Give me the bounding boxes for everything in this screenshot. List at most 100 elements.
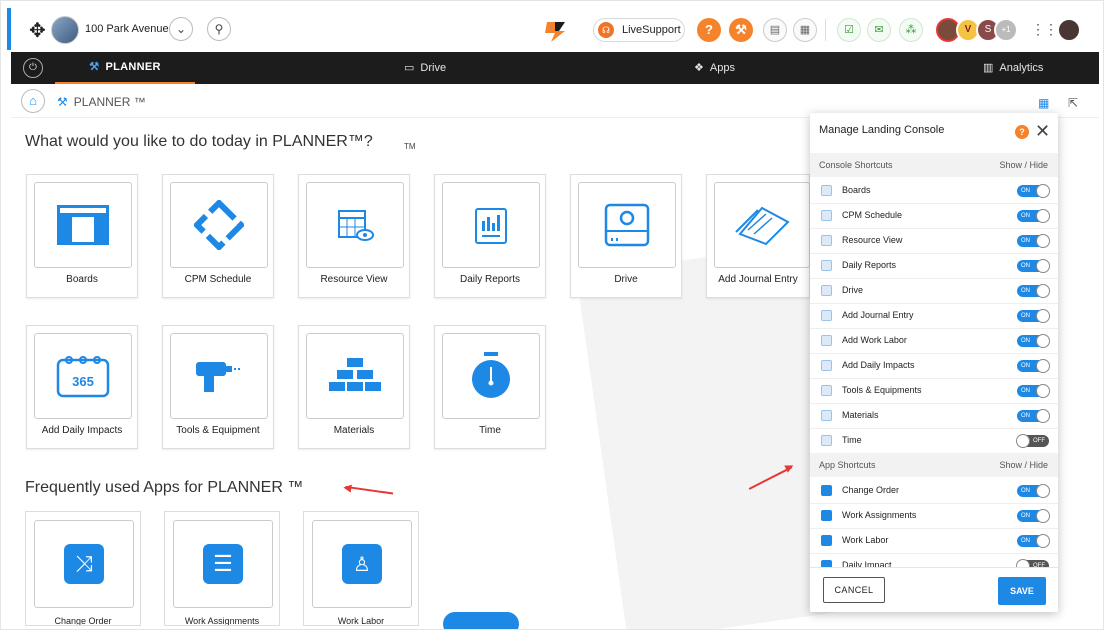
- app-change-order[interactable]: ⤨ Change Order: [25, 511, 141, 626]
- toggle-state: ON: [1021, 538, 1030, 544]
- tile-label: Resource View: [320, 274, 388, 285]
- shortcut-name: Add Journal Entry: [842, 310, 914, 320]
- shortcut-name: Add Work Labor: [842, 335, 907, 345]
- team-icon[interactable]: ⁂: [899, 18, 923, 42]
- toggle-knob: [1036, 359, 1050, 373]
- cpm-schedule-icon: [194, 200, 244, 250]
- tile-label: Boards: [66, 274, 98, 285]
- tm-mark: TM: [404, 142, 416, 151]
- live-support-button[interactable]: ☊ LiveSupport: [593, 18, 685, 42]
- drive-icon: ▭: [404, 62, 415, 74]
- show-hide-toggle[interactable]: ON: [1017, 534, 1050, 548]
- project-dropdown-chevron-icon[interactable]: ⌄: [169, 17, 193, 41]
- shortcut-icon: [821, 410, 832, 421]
- profile-avatar[interactable]: [1057, 18, 1081, 42]
- section-title: App Shortcuts: [819, 460, 876, 470]
- home-icon[interactable]: ⌂: [21, 89, 45, 113]
- project-name[interactable]: 100 Park Avenue: [85, 23, 169, 35]
- shortcut-name: Time: [842, 435, 862, 445]
- search-icon[interactable]: ⚲: [207, 17, 231, 41]
- show-hide-toggle[interactable]: ON: [1017, 184, 1050, 198]
- more-users-badge[interactable]: +1: [994, 18, 1018, 42]
- floating-action-button[interactable]: [443, 612, 519, 629]
- toggle-state: ON: [1021, 388, 1030, 394]
- report-icon[interactable]: ▦: [793, 18, 817, 42]
- help-icon[interactable]: ?: [1015, 125, 1029, 139]
- grid-view-icon[interactable]: ▦: [1038, 96, 1049, 110]
- console-row: Materials ON: [810, 403, 1058, 428]
- console-row: CPM Schedule ON: [810, 203, 1058, 228]
- show-hide-toggle[interactable]: ON: [1017, 309, 1050, 323]
- tile-time[interactable]: Time: [434, 325, 546, 449]
- open-external-icon[interactable]: ⇱: [1068, 96, 1078, 110]
- app-work-assignments[interactable]: ☰ Work Assignments: [164, 511, 280, 626]
- console-row: Add Daily Impacts ON: [810, 353, 1058, 378]
- nav-analytics[interactable]: ▥ Analytics: [983, 52, 1043, 84]
- show-hide-toggle[interactable]: ON: [1017, 259, 1050, 273]
- tile-cpm-schedule[interactable]: CPM Schedule: [162, 174, 274, 298]
- nav-planner[interactable]: ⚒ PLANNER: [55, 52, 195, 84]
- tile-add-journal-entry[interactable]: Add Journal Entry: [706, 174, 810, 298]
- app-label: Change Order: [54, 616, 112, 626]
- show-hide-toggle[interactable]: ON: [1017, 234, 1050, 248]
- nav-apps[interactable]: ❖ Apps: [694, 52, 735, 84]
- console-row: Tools & Equipments ON: [810, 378, 1058, 403]
- toggle-state: ON: [1021, 338, 1030, 344]
- help-icon[interactable]: ?: [697, 18, 721, 42]
- nav-drive[interactable]: ▭ Drive: [404, 52, 446, 84]
- hammer-tool-icon[interactable]: ⚒: [729, 18, 753, 42]
- toggle-knob: [1036, 284, 1050, 298]
- show-hide-toggle[interactable]: OFF: [1016, 434, 1049, 448]
- chat-icon[interactable]: ✉: [867, 18, 891, 42]
- shortcut-icon: [821, 360, 832, 371]
- daily-reports-icon: [475, 208, 507, 244]
- toggle-knob: [1036, 259, 1050, 273]
- toggle-knob: [1036, 409, 1050, 423]
- show-hide-toggle[interactable]: ON: [1017, 409, 1050, 423]
- page-title: PLANNER ™: [73, 95, 146, 109]
- save-button[interactable]: SAVE: [998, 577, 1046, 605]
- app-shortcuts-header: App Shortcuts Show / Hide: [810, 453, 1058, 477]
- tile-boards[interactable]: Boards: [26, 174, 138, 298]
- tile-materials[interactable]: Materials: [298, 325, 410, 449]
- show-hide-toggle[interactable]: ON: [1017, 209, 1050, 223]
- toggle-state: OFF: [1033, 438, 1045, 444]
- show-hide-toggle[interactable]: ON: [1017, 334, 1050, 348]
- shortcut-name: Boards: [842, 185, 871, 195]
- shortcut-name: Change Order: [842, 485, 900, 495]
- close-icon[interactable]: ✕: [1035, 121, 1050, 141]
- journal-icon: [735, 206, 790, 246]
- shortcut-icon: [821, 510, 832, 521]
- checklist-icon[interactable]: ☑: [837, 18, 861, 42]
- tile-daily-reports[interactable]: Daily Reports: [434, 174, 546, 298]
- app-work-labor[interactable]: ♙ Work Labor: [303, 511, 419, 626]
- nav-apps-label: Apps: [709, 62, 735, 74]
- toggle-knob: [1036, 509, 1050, 523]
- show-hide-toggle[interactable]: ON: [1017, 284, 1050, 298]
- headset-icon: ☊: [598, 22, 614, 38]
- toggle-state: ON: [1021, 288, 1030, 294]
- console-shortcuts-header: Console Shortcuts Show / Hide: [810, 153, 1058, 177]
- divider: [825, 19, 826, 41]
- tile-label: Add Journal Entry: [718, 274, 798, 285]
- shortcut-icon: [821, 210, 832, 221]
- toggle-knob: [1036, 534, 1050, 548]
- show-hide-toggle[interactable]: ON: [1017, 359, 1050, 373]
- toggle-knob: [1036, 209, 1050, 223]
- shortcut-name: Add Daily Impacts: [842, 360, 915, 370]
- tile-label: Daily Reports: [459, 274, 521, 285]
- power-icon[interactable]: ⏻: [23, 58, 43, 78]
- show-hide-toggle[interactable]: ON: [1017, 384, 1050, 398]
- tile-label: Add Daily Impacts: [41, 425, 123, 436]
- tile-add-daily-impacts[interactable]: 365 Add Daily Impacts: [26, 325, 138, 449]
- cancel-button[interactable]: CANCEL: [823, 577, 885, 603]
- tile-tools-equipment[interactable]: Tools & Equipment: [162, 325, 274, 449]
- resource-view-icon: [338, 210, 374, 241]
- shortcut-icon: [821, 535, 832, 546]
- tile-drive[interactable]: Drive: [570, 174, 682, 298]
- clipboard-icon[interactable]: ▤: [763, 18, 787, 42]
- show-hide-toggle[interactable]: ON: [1017, 509, 1050, 523]
- show-hide-toggle[interactable]: ON: [1017, 484, 1050, 498]
- project-avatar[interactable]: [51, 16, 79, 44]
- tile-resource-view[interactable]: Resource View: [298, 174, 410, 298]
